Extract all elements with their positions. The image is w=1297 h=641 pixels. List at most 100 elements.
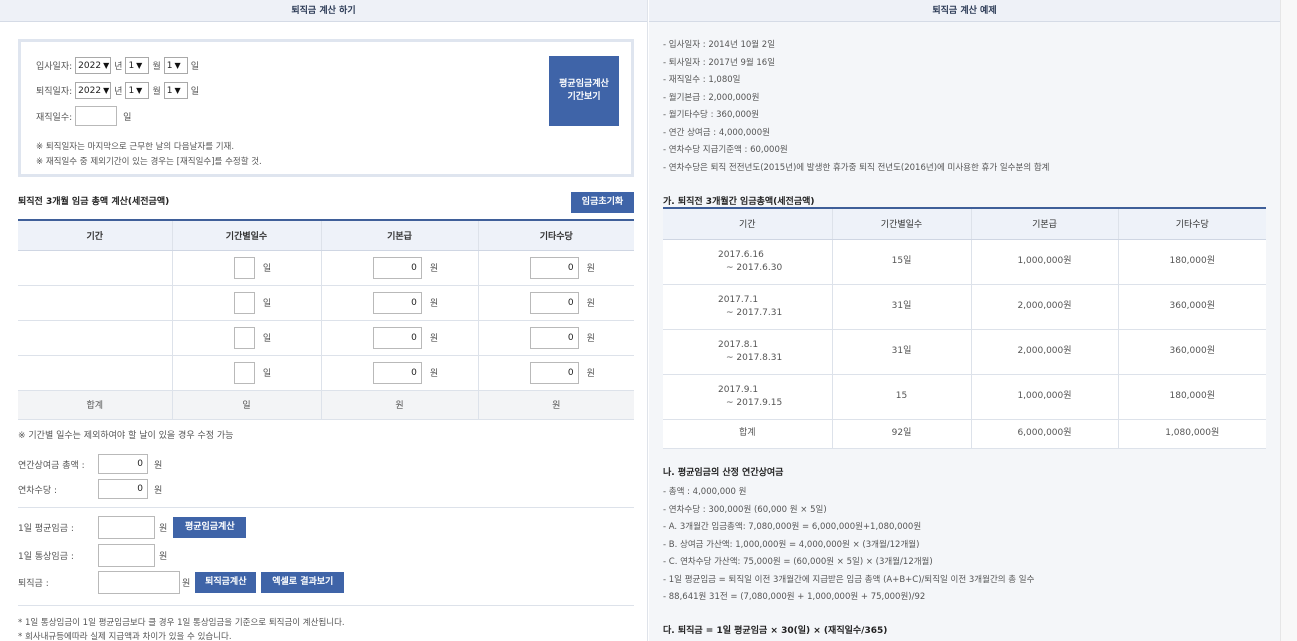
- chevron-down-icon: ▼: [174, 61, 181, 70]
- col-period: 기간: [663, 207, 832, 240]
- calculator-panel: 퇴직금 계산 하기 입사일자: 2022 ▼ 년 1 ▼ 월 1 ▼ 일 퇴직일자: …: [0, 0, 648, 641]
- example-table: 기간 기간별일수 기본급 기타수당 2017.6.16 ~ 2017.6.30 1…: [663, 207, 1266, 449]
- hire-day-select[interactable]: 1 ▼: [163, 57, 188, 74]
- period-cell: [18, 320, 172, 356]
- example-panel: 퇴직금 계산 예제 - 입사일자 : 2014년 10월 2일 - 퇴사일자 :…: [649, 0, 1280, 641]
- other-allowance-input[interactable]: 0: [529, 326, 579, 349]
- chevron-down-icon: ▼: [174, 86, 181, 95]
- other-cell: 180,000원: [1117, 239, 1266, 285]
- list-item: - 연간 상여금 : 4,000,000원: [663, 127, 770, 138]
- sum-base: 6,000,000원: [970, 419, 1118, 449]
- other-cell: 360,000원: [1117, 329, 1266, 375]
- avg-wage-calc-list: - 총액 : 4,000,000 원 - 연차수당 : 300,000원 (60…: [663, 484, 1034, 607]
- list-item: - 월기타수당 : 360,000원: [663, 110, 760, 120]
- period-cell: [18, 355, 172, 391]
- hire-date-label: 입사일자:: [36, 62, 73, 72]
- example-table-title: 가. 퇴직전 3개월간 임금총액(세전금액): [663, 197, 815, 207]
- table-row: 일 0원 0원: [18, 355, 634, 391]
- base-pay-input[interactable]: 0: [372, 256, 422, 279]
- period-cell: 2017.7.1 ~ 2017.7.31: [663, 284, 832, 330]
- chevron-down-icon: ▼: [136, 61, 143, 70]
- leave-date-label: 퇴직일자:: [36, 87, 73, 97]
- ordinary-wage-input[interactable]: [98, 544, 155, 567]
- avg-wage-calc-button[interactable]: 평균임금계산: [173, 517, 247, 538]
- list-item: - 입사일자 : 2014년 10월 2일: [663, 40, 776, 50]
- other-allowance-input[interactable]: 0: [529, 291, 579, 314]
- sum-other: 1,080,000원: [1117, 419, 1266, 449]
- sum-label: 합계: [18, 389, 172, 420]
- days-cell: 15일: [831, 239, 971, 285]
- list-item: - 퇴사일자 : 2017년 9월 16일: [663, 57, 776, 68]
- list-item: - B. 상여금 가산액: 1,000,000원 = 4,000,000원 × …: [663, 539, 920, 550]
- days-input[interactable]: [233, 326, 255, 349]
- leave-allowance-input[interactable]: 0: [98, 479, 148, 499]
- severance-formula-title: 다. 퇴직금 = 1일 평균임금 × 30(일) × (재직일수/365): [663, 626, 888, 636]
- base-pay-input[interactable]: 0: [372, 361, 422, 384]
- sum-label: 합계: [663, 419, 832, 449]
- days-cell: 15: [831, 374, 971, 420]
- period-cell: 2017.9.1 ~ 2017.9.15: [663, 374, 832, 420]
- list-item: - 월기본급 : 2,000,000원: [663, 92, 760, 103]
- other-allowance-input[interactable]: 0: [529, 361, 579, 384]
- days-input[interactable]: [233, 256, 255, 279]
- days-edit-note: ※ 기간별 일수는 제외하여야 할 날이 있을 경우 수정 가능: [18, 431, 234, 441]
- leave-date-row: 퇴직일자: 2022 ▼ 년 1 ▼ 월 1 ▼ 일: [36, 82, 199, 99]
- base-cell: 2,000,000원: [970, 329, 1118, 375]
- hire-month-select[interactable]: 1 ▼: [125, 57, 150, 74]
- chevron-down-icon: ▼: [103, 86, 110, 95]
- excel-result-button[interactable]: 엑셀로 결과보기: [261, 572, 345, 593]
- reset-wage-button[interactable]: 임금초기화: [571, 192, 634, 213]
- base-cell: 2,000,000원: [970, 284, 1118, 330]
- list-item: - 연차수당 지급기준액 : 60,000원: [663, 145, 788, 155]
- avg-wage-calc-title: 나. 평균임금의 산정 연간상여금: [663, 468, 784, 478]
- other-allowance-input[interactable]: 0: [529, 256, 579, 279]
- note-tenure: ※ 재직일수 중 제외기간이 있는 경우는 [재직일수]를 수정할 것.: [36, 157, 262, 167]
- list-item: - 1일 평균임금 = 퇴직일 이전 3개월간에 지급받은 임금 총액 (A+B…: [663, 574, 1035, 585]
- sum-other: 원: [477, 389, 634, 420]
- base-pay-input[interactable]: 0: [372, 291, 422, 314]
- period-cell: [18, 285, 172, 321]
- tenure-input[interactable]: [75, 106, 118, 126]
- table-row: 일 0원 0원: [18, 250, 634, 286]
- divider: [18, 507, 634, 508]
- annual-bonus-label: 연간상여금 총액 :: [18, 460, 85, 471]
- severance-calc-button[interactable]: 퇴직금계산: [195, 572, 257, 593]
- hire-year-select[interactable]: 2022 ▼: [75, 57, 112, 74]
- wage-section-title: 퇴직전 3개월 임금 총액 계산(세전금액): [18, 197, 170, 207]
- leave-day-select[interactable]: 1 ▼: [163, 82, 188, 99]
- col-period: 기간: [18, 219, 172, 251]
- period-view-button[interactable]: 평균임금계산 기간보기: [549, 56, 619, 126]
- other-cell: 180,000원: [1117, 374, 1266, 420]
- leave-month-select[interactable]: 1 ▼: [125, 82, 150, 99]
- date-form: 입사일자: 2022 ▼ 년 1 ▼ 월 1 ▼ 일 퇴직일자: 2022 ▼ 년 1 ▼…: [18, 39, 634, 177]
- col-other: 기타수당: [477, 219, 634, 251]
- list-item: - 총액 : 4,000,000 원: [663, 487, 747, 497]
- avg-wage-row: 1일 평균임금 : 원 평균임금계산: [18, 516, 247, 539]
- table-row: 2017.8.1 ~ 2017.8.31 31일 2,000,000원 360,0…: [663, 329, 1266, 375]
- chevron-down-icon: ▼: [136, 86, 143, 95]
- sum-row: 합계 92일 6,000,000원 1,080,000원: [663, 419, 1266, 449]
- divider: [18, 605, 634, 606]
- page-scrollbar[interactable]: [1280, 0, 1297, 641]
- list-item: - 연차수당은 퇴직 전전년도(2015년)에 발생한 휴가중 퇴직 전년도(2…: [663, 162, 1050, 173]
- annual-bonus-input[interactable]: 0: [98, 454, 148, 474]
- severance-output[interactable]: [98, 571, 180, 594]
- table-row: 2017.9.1 ~ 2017.9.15 15 1,000,000원 180,00…: [663, 374, 1266, 420]
- days-input[interactable]: [233, 361, 255, 384]
- base-pay-input[interactable]: 0: [372, 326, 422, 349]
- example-info-list: - 입사일자 : 2014년 10월 2일 - 퇴사일자 : 2017년 9월 …: [663, 37, 1049, 177]
- hire-date-row: 입사일자: 2022 ▼ 년 1 ▼ 월 1 ▼ 일: [36, 57, 199, 74]
- footnote-ordinary: * 1일 통상임금이 1일 평균임금보다 클 경우 1일 통상임금을 기준으로 …: [18, 618, 345, 628]
- avg-wage-output[interactable]: [98, 516, 155, 539]
- col-days: 기간별일수: [831, 207, 971, 240]
- sum-days: 92일: [831, 419, 971, 449]
- table-row: 일 0원 0원: [18, 320, 634, 356]
- days-input[interactable]: [233, 291, 255, 314]
- base-cell: 1,000,000원: [970, 239, 1118, 285]
- sum-days: 일: [171, 389, 321, 420]
- wage-table: 기간 기간별일수 기본급 기타수당 일 0원 0원 일 0원 0원 일 0 원 …: [18, 219, 634, 420]
- days-cell: 31일: [831, 329, 971, 375]
- leave-year-select[interactable]: 2022 ▼: [75, 82, 112, 99]
- days-cell: 31일: [831, 284, 971, 330]
- severance-label: 퇴직금 :: [18, 579, 49, 589]
